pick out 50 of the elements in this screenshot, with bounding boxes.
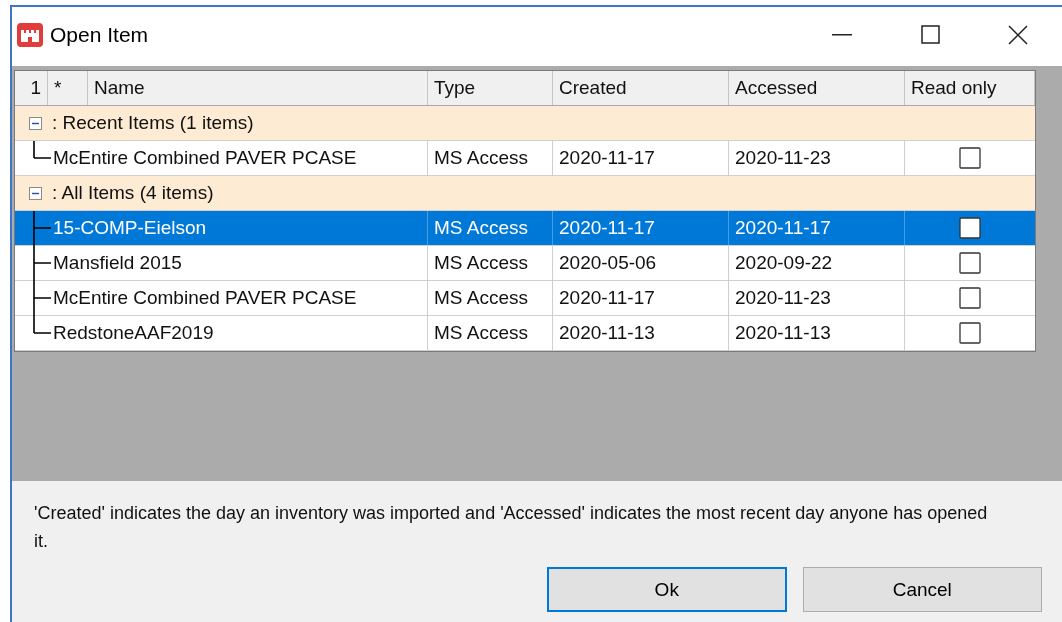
ok-button[interactable]: Ok: [547, 567, 787, 612]
table-cell: 2020-11-13: [559, 322, 655, 344]
maximize-icon[interactable]: [920, 25, 940, 44]
table-cell: MS Access: [434, 287, 528, 309]
item-row[interactable]: Mansfield 2015 MS Access 2020-05-06 2020-09-22: [15, 246, 1035, 281]
column-header[interactable]: Name: [88, 71, 428, 105]
table-cell: 2020-05-06: [559, 252, 657, 274]
footer-note: 'Created' indicates the day an inventory was imported and 'Accessed' indicates the most recent day anyone has opened it.: [34, 502, 989, 553]
checkbox[interactable]: [959, 147, 981, 169]
column-header[interactable]: Created: [553, 71, 729, 105]
checkbox[interactable]: [959, 322, 981, 344]
item-name: RedstoneAAF2019: [53, 322, 214, 344]
row-number-header: 1: [15, 71, 48, 105]
item-row[interactable]: McEntire Combined PAVER PCASE MS Access 2020-11-17 2020-11-23: [15, 281, 1035, 316]
item-name: McEntire Combined PAVER PCASE: [53, 147, 357, 169]
table-cell: 2020-11-23: [735, 287, 831, 309]
castle-icon: [16, 21, 44, 48]
marker-header: *: [48, 71, 88, 105]
checkbox[interactable]: [959, 252, 981, 274]
cancel-button[interactable]: Cancel: [802, 567, 1042, 612]
item-row[interactable]: 15-COMP-Eielson MS Access 2020-11-17 2020-11-17: [15, 211, 1035, 246]
checkbox[interactable]: [959, 217, 981, 239]
table-cell: MS Access: [434, 217, 528, 239]
checkbox[interactable]: [959, 287, 981, 309]
table-cell: 2020-11-13: [735, 322, 831, 344]
collapse-icon[interactable]: [29, 116, 42, 130]
column-header[interactable]: Type: [428, 71, 553, 105]
item-row[interactable]: RedstoneAAF2019 MS Access 2020-11-13 2020-11-13: [15, 316, 1035, 351]
table-cell: 2020-11-17: [735, 217, 831, 239]
table-cell: MS Access: [434, 252, 528, 274]
table-cell: 2020-11-17: [559, 287, 655, 309]
table-cell: 2020-11-17: [559, 147, 655, 169]
window-title: Open Item: [50, 22, 150, 47]
table-cell: MS Access: [434, 322, 528, 344]
table-cell: 2020-11-23: [735, 147, 831, 169]
group-row[interactable]: : Recent Items (1 items): [15, 106, 1035, 141]
item-name: Mansfield 2015: [53, 252, 182, 274]
group-row[interactable]: : All Items (4 items): [15, 176, 1035, 211]
minimize-icon[interactable]: [832, 33, 852, 36]
column-header[interactable]: Read only: [905, 71, 1035, 105]
close-icon[interactable]: [1008, 24, 1028, 45]
column-header[interactable]: Accessed: [729, 71, 905, 105]
group-label: : Recent Items (1 items): [52, 112, 254, 134]
item-name: McEntire Combined PAVER PCASE: [53, 287, 357, 309]
table-cell: MS Access: [434, 147, 528, 169]
collapse-icon[interactable]: [29, 186, 42, 200]
group-label: : All Items (4 items): [52, 182, 214, 204]
item-name: 15-COMP-Eielson: [53, 217, 207, 239]
table-cell: 2020-11-17: [559, 217, 655, 239]
table-cell: 2020-09-22: [735, 252, 833, 274]
